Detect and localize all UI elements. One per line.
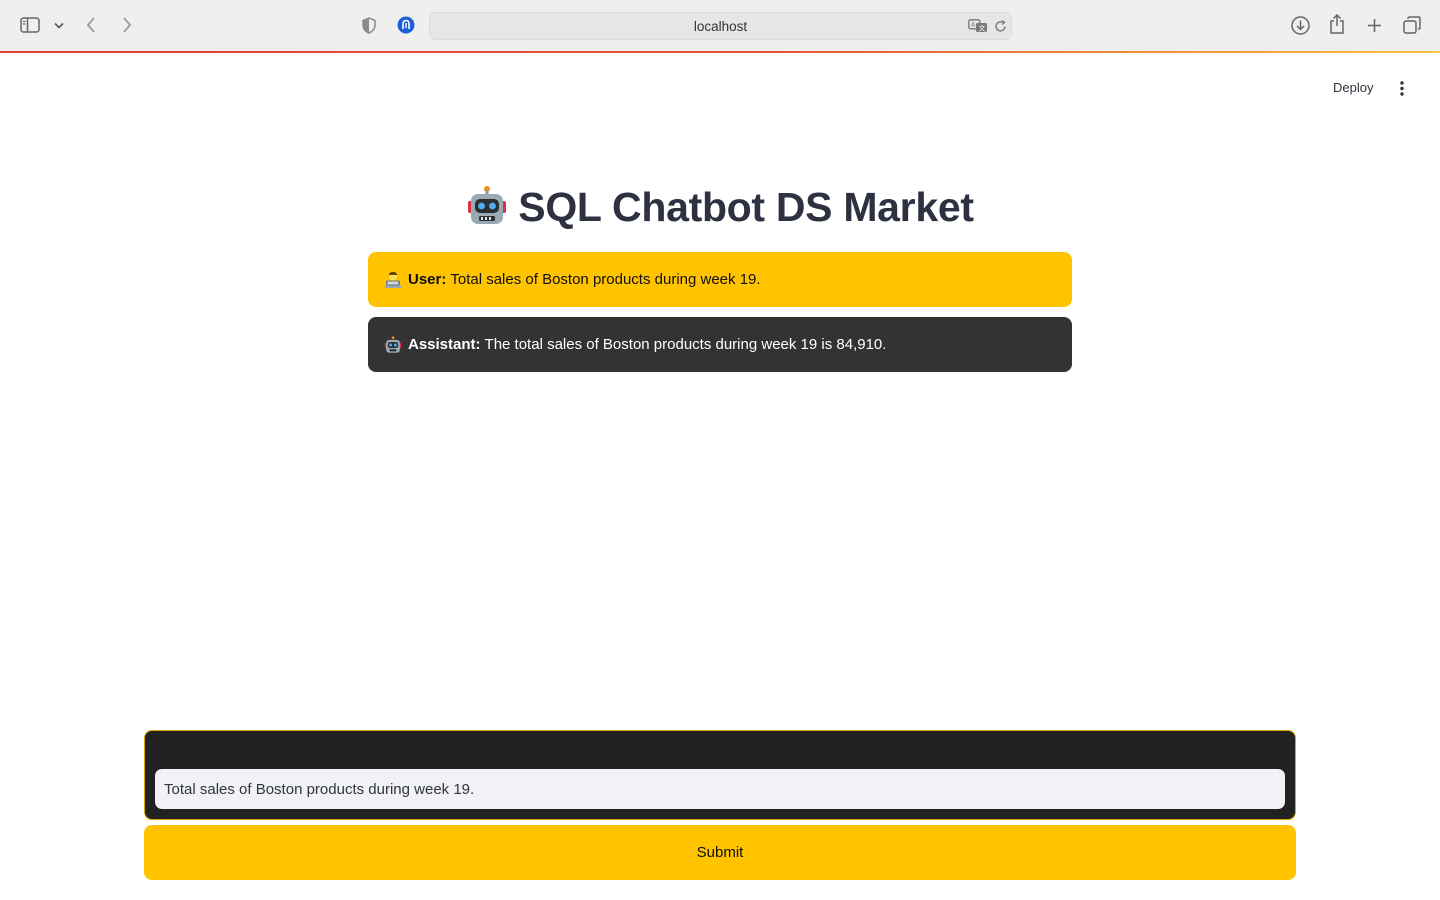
address-bar[interactable]: localhost 文A bbox=[429, 12, 1012, 40]
message-text: The total sales of Boston products durin… bbox=[484, 336, 887, 353]
page-load-progress-line bbox=[0, 51, 1440, 53]
browser-toolbar: localhost 文A bbox=[0, 0, 1440, 52]
back-icon[interactable] bbox=[82, 15, 100, 35]
page-title: SQL Chatbot DS Market bbox=[0, 184, 1440, 237]
deploy-button[interactable]: Deploy bbox=[1320, 76, 1386, 100]
more-vertical-icon[interactable] bbox=[1390, 76, 1414, 100]
svg-text:A: A bbox=[971, 22, 976, 29]
chevron-down-icon[interactable] bbox=[53, 19, 65, 31]
question-input[interactable] bbox=[155, 769, 1285, 809]
robot-icon bbox=[384, 335, 402, 354]
forward-icon[interactable] bbox=[118, 15, 136, 35]
shield-icon[interactable] bbox=[359, 15, 379, 35]
new-tab-icon[interactable] bbox=[1364, 15, 1384, 35]
chat-form bbox=[144, 730, 1296, 820]
chat-message-user: User: Total sales of Boston products dur… bbox=[368, 252, 1072, 307]
svg-text:文: 文 bbox=[979, 24, 986, 33]
download-icon[interactable] bbox=[1289, 14, 1311, 36]
message-role-label: User: bbox=[408, 271, 447, 288]
submit-button[interactable]: Submit bbox=[144, 825, 1296, 880]
robot-icon bbox=[466, 185, 508, 237]
user-technologist-icon bbox=[384, 271, 402, 289]
reload-icon[interactable] bbox=[992, 18, 1008, 34]
share-icon[interactable] bbox=[1327, 13, 1347, 35]
translate-icon[interactable]: 文A bbox=[968, 18, 988, 34]
password-icon[interactable] bbox=[396, 15, 416, 35]
sidebar-icon[interactable] bbox=[19, 15, 41, 35]
url-text: localhost bbox=[693, 19, 748, 34]
page-title-text: SQL Chatbot DS Market bbox=[518, 184, 974, 230]
chat-message-assistant: Assistant: The total sales of Boston pro… bbox=[368, 317, 1072, 372]
tabs-overview-icon[interactable] bbox=[1401, 15, 1423, 35]
message-role-label: Assistant: bbox=[408, 336, 481, 353]
message-text: Total sales of Boston products during we… bbox=[450, 271, 761, 288]
